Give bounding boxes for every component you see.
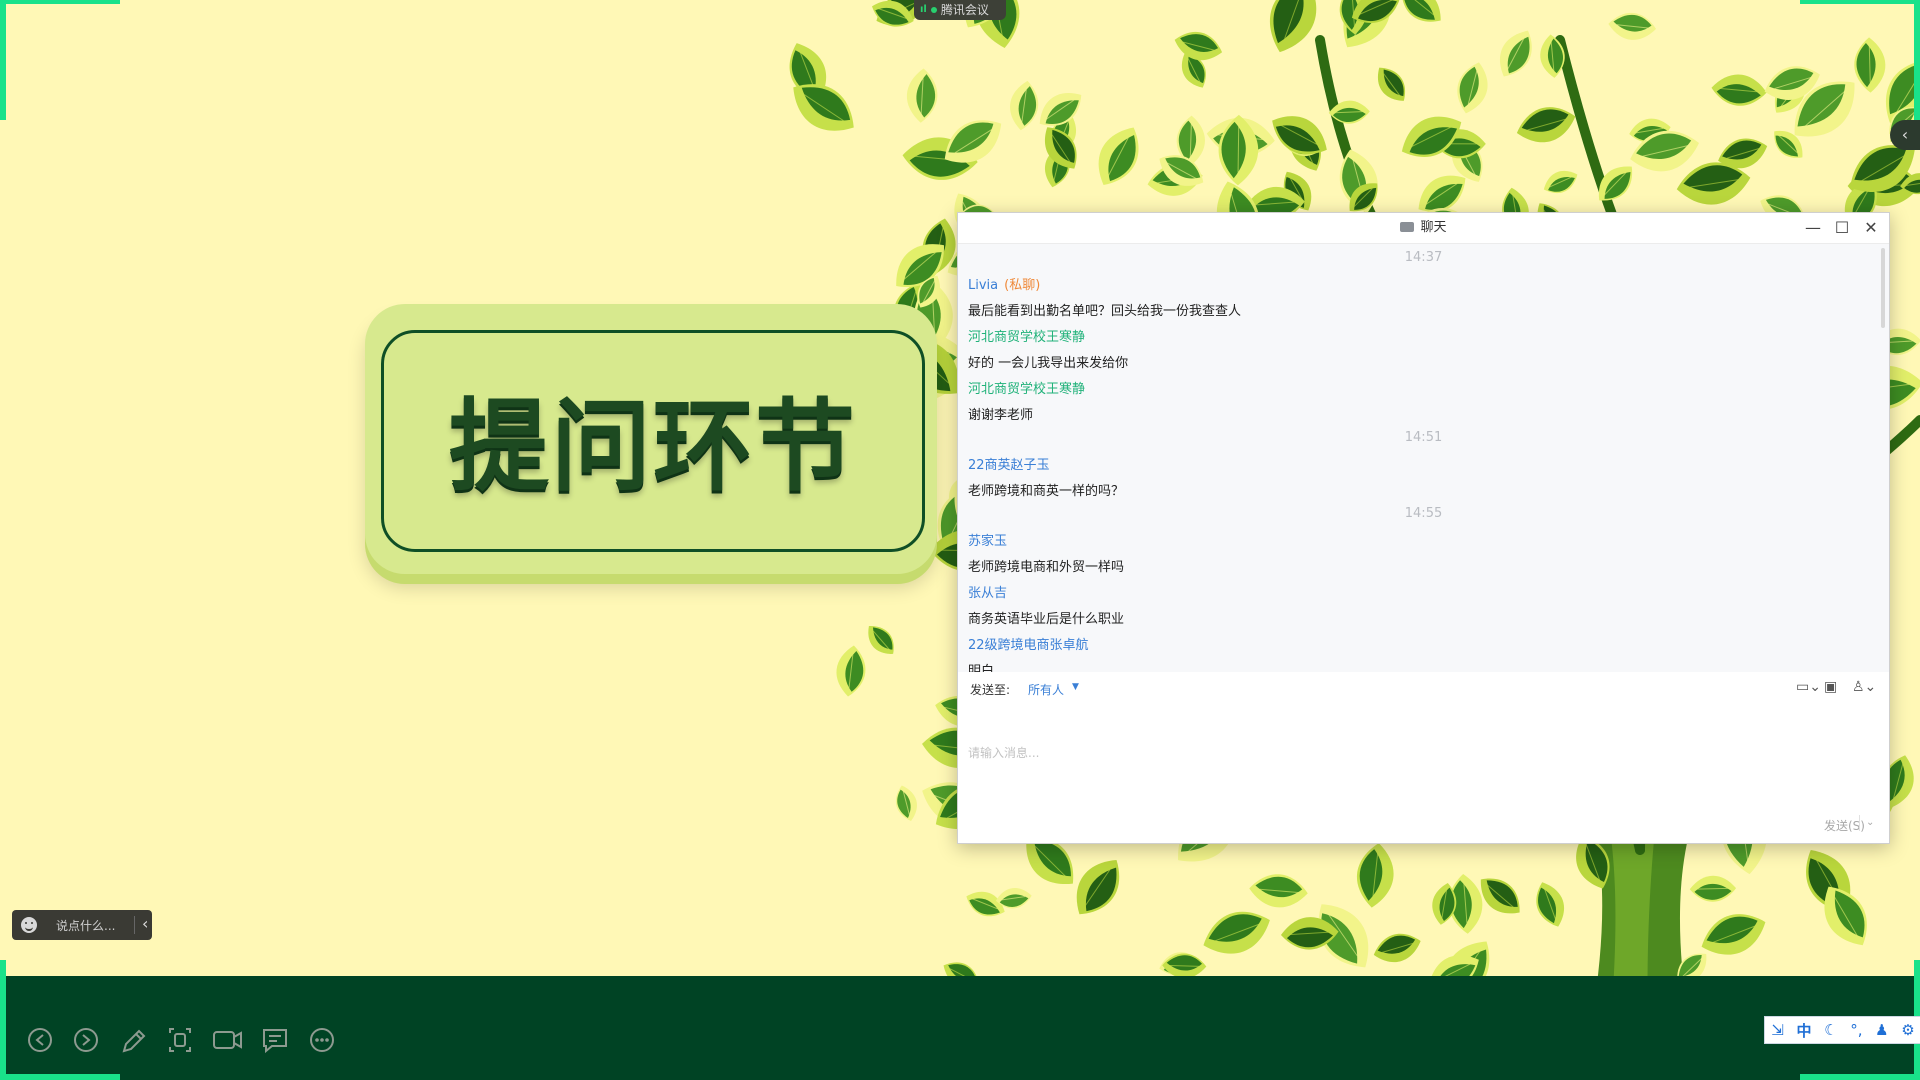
punctuation-icon[interactable]: °,: [1850, 1021, 1862, 1039]
message-text: 明白: [968, 664, 995, 672]
message-text: 谢谢李老师: [968, 408, 1034, 423]
message-sender[interactable]: 22商英赵子玉: [968, 454, 1050, 473]
ime-mode[interactable]: 中: [1797, 1020, 1812, 1041]
danmaku-input-box[interactable]: 说点什么... ‹: [12, 910, 152, 940]
chat-title: 聊天: [958, 213, 1889, 243]
camera-icon[interactable]: [213, 1031, 242, 1049]
slide-title: 提问环节: [449, 388, 857, 505]
share-frame-corner: [1914, 0, 1920, 120]
message-text: 最后能看到出勤名单吧？回头给我一份我查查人: [968, 304, 1242, 319]
meeting-share-tab[interactable]: ıl 腾讯会议: [914, 0, 1006, 20]
message-timestamp: 14:51: [1404, 430, 1443, 445]
send-to-select[interactable]: 所有人: [1028, 681, 1064, 698]
chat-message-input[interactable]: [968, 703, 1868, 803]
collapse-panel-button[interactable]: ‹: [1890, 120, 1920, 150]
screenshot-icon[interactable]: ▣: [1824, 679, 1837, 695]
app-name: 腾讯会议: [940, 3, 989, 17]
message-timestamp: 14:55: [1404, 506, 1443, 521]
sender-name[interactable]: 22商英赵子玉: [968, 458, 1050, 473]
user-icon[interactable]: ♟: [1875, 1021, 1888, 1039]
previous-page-icon[interactable]: [28, 1028, 52, 1052]
message-sender[interactable]: 苏家玉: [968, 530, 1007, 549]
send-options-chevron-icon[interactable]: ⌄: [1866, 817, 1874, 828]
sender-name[interactable]: Livia: [968, 278, 998, 293]
user-icon[interactable]: ♙⌄: [1852, 679, 1876, 695]
message-sender[interactable]: Livia (私聊): [968, 274, 1040, 293]
chat-window: 聊天 — ☐ ✕ 14:37 Livia (私聊) 最后能看到出勤名单吧？回头给我一份…: [957, 212, 1890, 844]
share-frame-corner: [1800, 1074, 1920, 1080]
message-text: 老师跨境和商英一样的吗？: [968, 484, 1125, 499]
private-chat-tag: (私聊): [1004, 278, 1041, 293]
divider: [134, 916, 135, 934]
message-sender[interactable]: 22级跨境电商张卓航: [968, 634, 1089, 653]
danmaku-placeholder: 说点什么...: [56, 919, 116, 933]
settings-gear-icon[interactable]: ⚙: [1901, 1021, 1914, 1039]
message-timestamp: 14:37: [1404, 250, 1443, 265]
minimize-button[interactable]: —: [1798, 213, 1828, 243]
presentation-toolbar: [28, 1028, 334, 1054]
send-to-label: 发送至:: [970, 683, 1011, 697]
comment-icon[interactable]: [263, 1029, 287, 1054]
send-divider: [1859, 815, 1860, 831]
chat-input-toolbar: 发送至: 所有人 ▼ ▭⌄ ▣ ♙⌄: [958, 673, 1889, 703]
screenshot-icon[interactable]: [169, 1028, 191, 1052]
emoji-icon[interactable]: [21, 917, 37, 933]
message-text: 商务英语毕业后是什么职业: [968, 612, 1125, 627]
chat-title-text: 聊天: [1420, 220, 1447, 235]
slide-title-frame: 提问环节: [381, 330, 925, 552]
chevron-down-icon[interactable]: ▼: [1072, 682, 1079, 692]
share-frame-corner: [0, 0, 120, 4]
chat-titlebar[interactable]: 聊天 — ☐ ✕: [958, 213, 1889, 244]
ime-switch-icon[interactable]: ⇲: [1771, 1021, 1784, 1039]
maximize-button[interactable]: ☐: [1827, 213, 1857, 243]
pen-icon[interactable]: [122, 1029, 146, 1053]
sender-name[interactable]: 河北商贸学校王寒静: [968, 330, 1085, 345]
collapse-chevron-icon[interactable]: ‹: [142, 914, 148, 933]
message-text: 好的 一会儿我导出来发给你: [968, 356, 1129, 371]
sender-name[interactable]: 河北商贸学校王寒静: [968, 382, 1085, 397]
share-frame-corner: [0, 1074, 120, 1080]
message-sender[interactable]: 河北商贸学校王寒静: [968, 326, 1085, 345]
moon-icon[interactable]: ☾: [1824, 1021, 1837, 1039]
signal-icon: ıl: [920, 4, 927, 15]
status-dot-icon: [930, 7, 937, 13]
next-page-icon[interactable]: [74, 1028, 98, 1052]
sender-name[interactable]: 苏家玉: [968, 534, 1007, 549]
ime-toolbar[interactable]: ⇲ 中 ☾ °, ♟ ⚙: [1764, 1016, 1920, 1044]
message-text: 老师跨境电商和外贸一样吗: [968, 560, 1125, 575]
message-sender[interactable]: 张从吉: [968, 582, 1007, 601]
sender-name[interactable]: 22级跨境电商张卓航: [968, 638, 1089, 653]
share-frame-corner: [0, 0, 6, 120]
slide-title-card: 提问环节: [365, 304, 937, 574]
sender-name[interactable]: 张从吉: [968, 586, 1007, 601]
message-sender[interactable]: 河北商贸学校王寒静: [968, 378, 1085, 397]
folder-icon[interactable]: ▭⌄: [1796, 679, 1821, 695]
share-frame-corner: [1800, 0, 1920, 4]
chat-message-list[interactable]: 14:37 Livia (私聊) 最后能看到出勤名单吧？回头给我一份我查查人 河北商贸学…: [958, 244, 1889, 672]
chat-bubble-icon: [1400, 222, 1415, 232]
close-button[interactable]: ✕: [1856, 213, 1886, 243]
